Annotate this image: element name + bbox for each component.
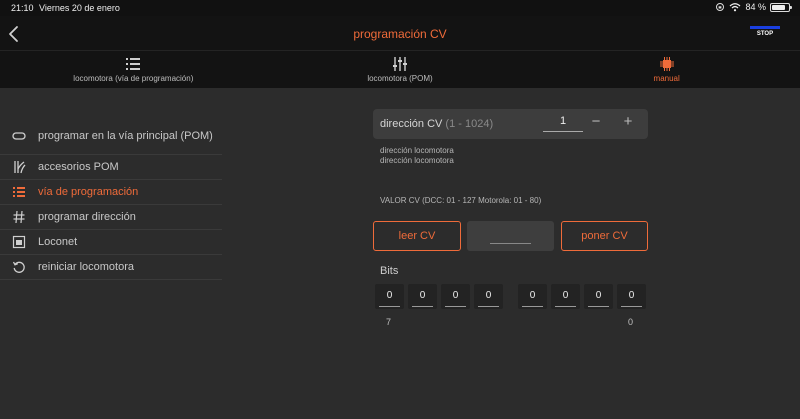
- sliders-icon: [393, 56, 407, 71]
- cv-value-underline: [490, 243, 531, 244]
- sidebar-item-accessories[interactable]: accesorios POM: [0, 155, 222, 180]
- bit-index-high: 7: [386, 317, 392, 327]
- reset-icon: [12, 261, 25, 273]
- tab-bar: locomotora (vía de programación) locomot…: [0, 51, 800, 88]
- sidebar-item-pom[interactable]: programar en la vía principal (POM): [0, 118, 222, 155]
- battery-percent: 84 %: [745, 2, 766, 12]
- bit-field[interactable]: 0: [551, 284, 580, 309]
- turnout-icon: [14, 161, 26, 174]
- track-loop-icon: [12, 132, 26, 140]
- sidebar-item-label: programar dirección: [38, 210, 136, 223]
- bit-underline: [478, 306, 499, 307]
- tab-label: locomotora (vía de programación): [73, 73, 194, 83]
- address-note: dirección locomotora: [380, 146, 454, 155]
- stop-label: STOP: [756, 31, 774, 37]
- write-cv-button[interactable]: poner CV: [561, 221, 648, 251]
- bit-field[interactable]: 0: [441, 284, 470, 309]
- bit-field[interactable]: 0: [474, 284, 503, 309]
- bit-value: 0: [628, 290, 635, 301]
- sidebar-item-reset-loco[interactable]: reiniciar locomotora: [0, 255, 222, 280]
- status-date: Viernes 20 de enero: [39, 3, 120, 13]
- bit-underline: [412, 306, 433, 307]
- tab-pom[interactable]: locomotora (POM): [267, 51, 534, 88]
- bit-underline: [621, 306, 642, 307]
- tab-manual[interactable]: manual: [533, 51, 800, 88]
- sidebar-item-program-address[interactable]: programar dirección: [0, 205, 222, 230]
- chip-icon: [659, 56, 674, 71]
- bit-index-low: 0: [628, 317, 634, 327]
- cv-address-range: (1 - 1024): [445, 118, 494, 130]
- bit-value: 0: [386, 290, 393, 301]
- hash-icon: [13, 210, 25, 224]
- bits-label: Bits: [380, 265, 399, 277]
- cv-value-input[interactable]: [467, 221, 554, 251]
- cv-address-decrement-button[interactable]: −: [589, 114, 603, 129]
- status-right: 84 %: [715, 2, 792, 12]
- bit-underline: [555, 306, 576, 307]
- bit-field[interactable]: 0: [375, 284, 404, 309]
- stop-button[interactable]: STOP: [750, 26, 780, 37]
- tab-label: manual: [653, 73, 680, 83]
- wifi-icon: [730, 3, 741, 12]
- cv-address-label: dirección CV (1 - 1024): [380, 118, 493, 130]
- bit-value: 0: [485, 290, 492, 301]
- sidebar: programar en la vía principal (POM) acce…: [0, 118, 222, 280]
- bit-value: 0: [452, 290, 459, 301]
- sidebar-item-label: vía de programación: [38, 185, 139, 198]
- address-note: dirección locomotora: [380, 156, 454, 165]
- cv-value-range: VALOR CV (DCC: 01 - 127 Motorola: 01 - 8…: [380, 196, 542, 205]
- tab-label: locomotora (POM): [367, 73, 433, 83]
- sidebar-item-label: Loconet: [38, 235, 78, 248]
- bit-value: 0: [529, 290, 536, 301]
- list-icon: [13, 187, 25, 197]
- read-cv-button[interactable]: leer CV: [373, 221, 461, 251]
- loconet-icon: [12, 235, 26, 249]
- bit-value: 0: [562, 290, 569, 301]
- cv-address-input[interactable]: 1: [543, 115, 583, 132]
- cv-address-row: dirección CV (1 - 1024) 1 − +: [373, 109, 648, 139]
- bit-field[interactable]: 0: [617, 284, 646, 309]
- cv-address-title: dirección CV: [380, 118, 443, 130]
- cv-address-increment-button[interactable]: +: [621, 114, 635, 129]
- battery-icon: [770, 2, 792, 12]
- bit-value: 0: [419, 290, 426, 301]
- page-title: programación CV: [353, 27, 447, 41]
- status-bar: 21:10 Viernes 20 de enero 84 %: [0, 0, 800, 16]
- stop-bar: [750, 26, 780, 29]
- status-time: 21:10: [11, 3, 34, 13]
- bit-underline: [379, 306, 400, 307]
- sidebar-item-label: reiniciar locomotora: [38, 260, 134, 273]
- sidebar-item-programming-track[interactable]: vía de programación: [0, 180, 222, 205]
- tab-programming-track[interactable]: locomotora (vía de programación): [0, 51, 267, 88]
- sidebar-item-label: programar en la vía principal (POM): [38, 129, 213, 142]
- bit-underline: [588, 306, 609, 307]
- sidebar-item-label: accesorios POM: [38, 160, 119, 173]
- list-icon: [126, 57, 141, 70]
- bit-field[interactable]: 0: [408, 284, 437, 309]
- bit-field[interactable]: 0: [584, 284, 613, 309]
- app-header: programación CV STOP locomotora (vía de …: [0, 16, 800, 88]
- bit-underline: [522, 306, 543, 307]
- orientation-lock-icon: [716, 3, 725, 11]
- bit-field[interactable]: 0: [518, 284, 547, 309]
- bit-underline: [445, 306, 466, 307]
- bit-value: 0: [595, 290, 602, 301]
- sidebar-item-loconet[interactable]: Loconet: [0, 230, 222, 255]
